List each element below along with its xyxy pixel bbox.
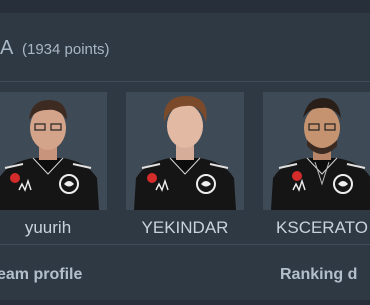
player-card-yekindar[interactable]: YEKINDAR — [126, 92, 244, 242]
player-card-kscerato[interactable]: KSCERATO — [263, 92, 370, 242]
team-profile-link[interactable]: eam profile — [0, 265, 82, 285]
ranking-details-link[interactable]: Ranking d — [280, 265, 357, 285]
player-name[interactable]: YEKINDAR — [116, 218, 254, 238]
player-photo — [0, 92, 107, 210]
team-header[interactable]: A (1934 points) — [0, 13, 370, 82]
player-photo — [126, 92, 244, 210]
player-name[interactable]: yuurih — [0, 218, 117, 238]
redbull-logo-icon — [10, 173, 20, 183]
team-name[interactable]: A — [0, 37, 13, 59]
team-points: (1934 points) — [22, 41, 110, 58]
divider — [0, 244, 370, 245]
player-card-yuurih[interactable]: yuurih — [0, 92, 107, 242]
player-name[interactable]: KSCERATO — [253, 218, 370, 238]
player-photo — [263, 92, 370, 210]
